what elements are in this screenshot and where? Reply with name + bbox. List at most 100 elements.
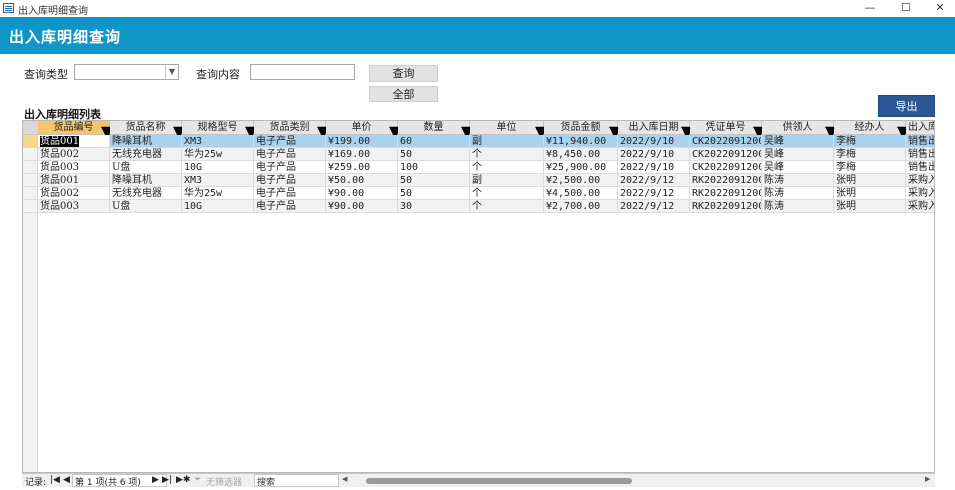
query-content-input[interactable] (250, 64, 355, 80)
table-cell[interactable]: 60 (398, 135, 470, 148)
column-header[interactable]: 出入库日期 (618, 121, 690, 135)
table-cell[interactable]: 货品003 (38, 161, 110, 174)
table-cell[interactable]: ¥50.00 (326, 174, 398, 187)
table-cell[interactable]: 华为25w (182, 187, 254, 200)
datasheet-grid[interactable]: 货品编号 ▼ 货品名称 ▼ 规格型号 ▼ 货品类别 ▼ 单价 ▼ 数量 ▼ 单位 ▼ 货品金额 ▼ 出入库日期 ▼… (22, 120, 935, 473)
table-cell[interactable]: 个 (470, 148, 544, 161)
table-cell[interactable]: 2022/9/10 (618, 148, 690, 161)
table-cell[interactable]: 陈涛 (762, 200, 834, 213)
table-cell[interactable]: 华为25w (182, 148, 254, 161)
show-all-button[interactable]: 全部 (369, 86, 438, 102)
table-cell[interactable]: 50 (398, 148, 470, 161)
search-input[interactable]: 搜索 (254, 474, 339, 488)
column-header[interactable]: 凭证单号 (690, 121, 762, 135)
prev-record-button[interactable]: ◀ (63, 475, 70, 485)
scroll-right-icon[interactable]: ▶ (925, 475, 930, 483)
table-cell[interactable]: 10G (182, 161, 254, 174)
table-cell[interactable]: ¥169.00 (326, 148, 398, 161)
table-cell[interactable]: 李梅 (834, 161, 906, 174)
table-cell[interactable]: ¥25,900.00 (544, 161, 618, 174)
table-cell[interactable]: ¥11,940.00 (544, 135, 618, 148)
close-button[interactable]: ✕ (923, 0, 955, 17)
column-header[interactable]: 规格型号 (182, 121, 254, 135)
table-cell[interactable]: ¥8,450.00 (544, 148, 618, 161)
table-cell[interactable]: 2022/9/12 (618, 200, 690, 213)
column-header[interactable]: 货品类别 (254, 121, 326, 135)
table-cell[interactable]: 张明 (834, 187, 906, 200)
table-cell[interactable]: 2022/9/12 (618, 174, 690, 187)
table-cell[interactable]: 100 (398, 161, 470, 174)
scrollbar-thumb[interactable] (366, 478, 632, 484)
table-cell[interactable]: 吴峰 (762, 161, 834, 174)
table-cell[interactable]: 采购入 (906, 200, 934, 213)
column-header[interactable]: 出入库 (906, 121, 934, 135)
table-cell[interactable]: 采购入 (906, 174, 934, 187)
table-cell[interactable]: 2022/9/10 (618, 135, 690, 148)
table-cell[interactable]: 张明 (834, 174, 906, 187)
table-cell[interactable]: 个 (470, 200, 544, 213)
column-header[interactable]: 供领人 (762, 121, 834, 135)
last-record-button[interactable]: ▶| (162, 475, 172, 485)
table-cell[interactable]: 张明 (834, 200, 906, 213)
record-selector[interactable] (23, 148, 38, 161)
table-cell[interactable]: ¥90.00 (326, 200, 398, 213)
first-record-button[interactable]: |◀ (50, 475, 60, 485)
scroll-left-icon[interactable]: ◀ (342, 475, 347, 483)
table-cell[interactable]: 销售出 (906, 148, 934, 161)
table-cell[interactable]: 电子产品 (254, 148, 326, 161)
table-cell[interactable]: CK20220912001 (690, 135, 762, 148)
column-header[interactable]: 单价 (326, 121, 398, 135)
table-cell[interactable]: 副 (470, 135, 544, 148)
table-cell[interactable]: 50 (398, 174, 470, 187)
table-cell[interactable]: 10G (182, 200, 254, 213)
table-cell[interactable]: XM3 (182, 174, 254, 187)
table-cell[interactable]: 降噪耳机 (110, 135, 182, 148)
record-selector[interactable] (23, 161, 38, 174)
table-cell[interactable]: 2022/9/10 (618, 161, 690, 174)
table-cell[interactable]: 吴峰 (762, 135, 834, 148)
table-cell[interactable]: 销售出 (906, 135, 934, 148)
table-cell[interactable]: 50 (398, 187, 470, 200)
horizontal-scrollbar[interactable]: ◀ ▶ (340, 475, 935, 487)
table-cell[interactable]: 货品002 (38, 187, 110, 200)
filter-funnel-icon[interactable]: ⏷ (194, 475, 201, 485)
table-cell[interactable]: ¥4,500.00 (544, 187, 618, 200)
column-header[interactable]: 货品名称 (110, 121, 182, 135)
table-cell[interactable]: CK20220912001 (690, 161, 762, 174)
table-cell[interactable]: 李梅 (834, 148, 906, 161)
record-selector[interactable] (23, 135, 38, 148)
table-cell[interactable]: 陈涛 (762, 174, 834, 187)
table-cell[interactable]: 个 (470, 187, 544, 200)
table-cell[interactable]: ¥199.00 (326, 135, 398, 148)
table-cell[interactable]: 李梅 (834, 135, 906, 148)
table-cell[interactable]: CK20220912001 (690, 148, 762, 161)
table-cell[interactable]: ¥90.00 (326, 187, 398, 200)
table-cell[interactable]: XM3 (182, 135, 254, 148)
export-button[interactable]: 导出 (878, 95, 935, 117)
search-button[interactable]: 查询 (369, 65, 438, 82)
table-cell[interactable]: 采购入 (906, 187, 934, 200)
table-cell[interactable]: 货品002 (38, 148, 110, 161)
table-cell[interactable]: 电子产品 (254, 161, 326, 174)
table-cell[interactable]: 陈涛 (762, 187, 834, 200)
table-cell[interactable]: ¥2,700.00 (544, 200, 618, 213)
record-selector[interactable] (23, 200, 38, 213)
table-cell[interactable]: ¥2,500.00 (544, 174, 618, 187)
table-cell[interactable]: 货品001 (38, 174, 110, 187)
table-cell[interactable]: 电子产品 (254, 135, 326, 148)
table-cell[interactable]: 无线充电器 (110, 148, 182, 161)
table-cell[interactable]: 降噪耳机 (110, 174, 182, 187)
record-selector[interactable] (23, 174, 38, 187)
record-selector[interactable] (23, 187, 38, 200)
table-cell[interactable]: 电子产品 (254, 187, 326, 200)
column-header[interactable]: 货品编号 (38, 121, 110, 135)
new-record-button[interactable]: ▶✱ (176, 475, 190, 485)
table-cell[interactable]: RK20220912001 (690, 200, 762, 213)
column-header[interactable]: 数量 (398, 121, 470, 135)
table-cell[interactable]: RK20220912001 (690, 187, 762, 200)
table-cell[interactable]: U盘 (110, 161, 182, 174)
table-cell[interactable]: ¥259.00 (326, 161, 398, 174)
column-header[interactable]: 经办人 (834, 121, 906, 135)
table-cell[interactable]: 2022/9/12 (618, 187, 690, 200)
chevron-down-icon[interactable]: ▼ (165, 65, 178, 79)
